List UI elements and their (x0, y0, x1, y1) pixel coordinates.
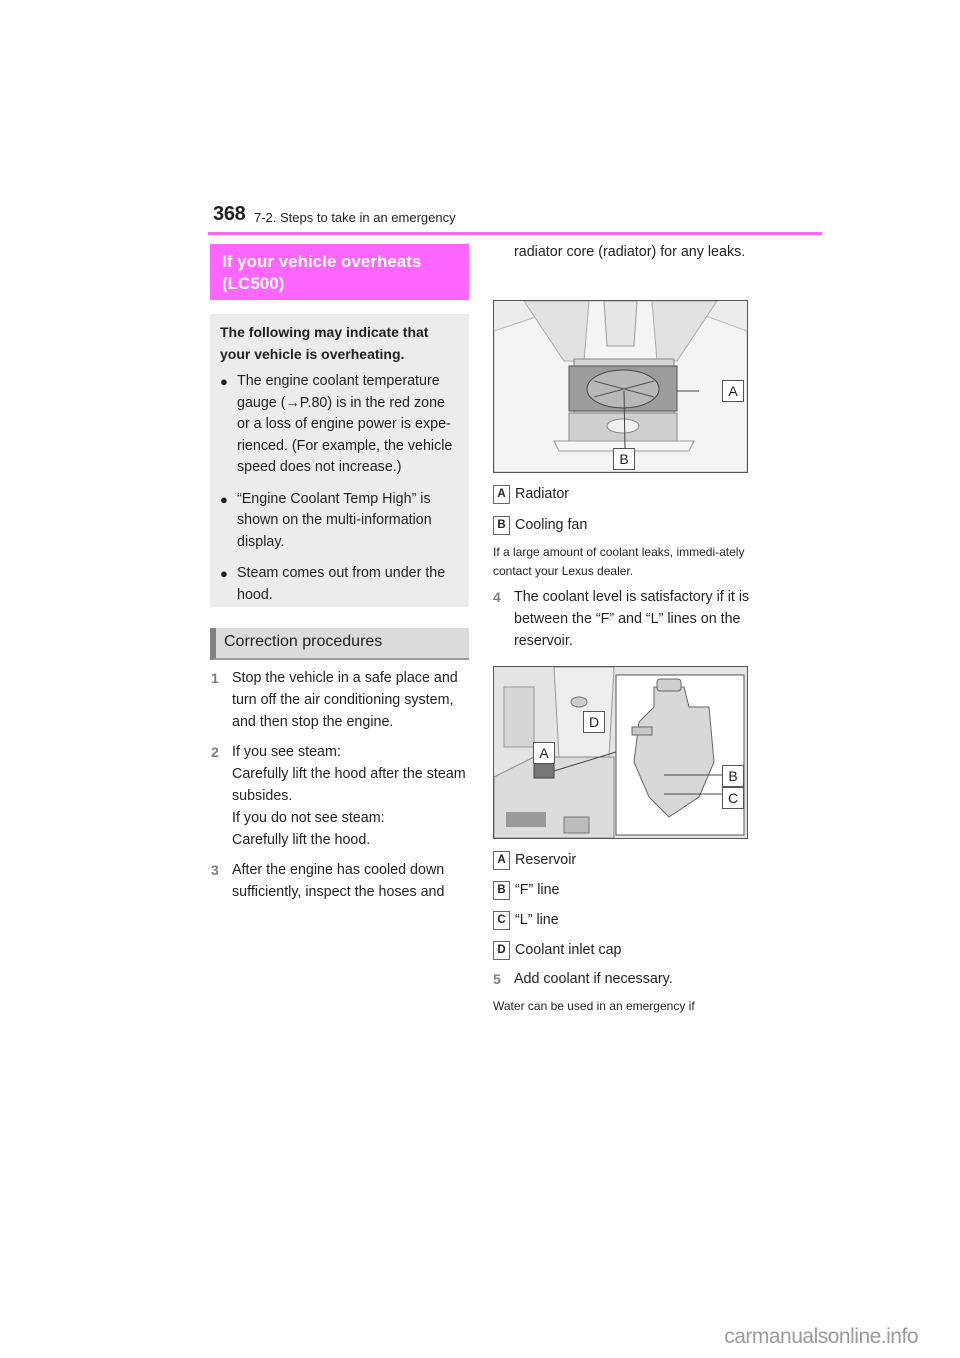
procedure-step-3: 3 After the engine has cooled down suffi… (211, 860, 473, 904)
legend-item-c: C “L” line (493, 910, 622, 930)
section-heading-line2: (LC500) (222, 274, 285, 293)
step-text: The coolant level is satisfactory if it … (514, 589, 750, 649)
step-3-continuation: radiator core (radiator) for any leaks. (514, 244, 746, 260)
legend-key: C (493, 910, 510, 930)
procedure-step-1: 1 Stop the vehicle in a safe place and t… (211, 668, 473, 733)
procedure-step-5: 5 Add coolant if necessary. (493, 969, 755, 991)
symptoms-box: The following may indicate that your veh… (210, 314, 469, 607)
section-title: 7-2. Steps to take in an emergency (254, 210, 456, 225)
legend-key: B (493, 515, 510, 535)
step-text: Add coolant if necessary. (514, 971, 673, 987)
step-text: If you see steam: Carefully lift the hoo… (232, 742, 473, 851)
legend-item-a: A Reservoir (493, 850, 622, 870)
symptom-item: ● Steam comes out from under the hood. (220, 563, 459, 606)
symptom-text: “Engine Coolant Temp High” is shown on t… (237, 490, 432, 550)
legend-label: Reservoir (515, 852, 577, 868)
header-divider (208, 232, 822, 235)
callout-b: B (613, 448, 635, 470)
legend-key: A (493, 484, 510, 504)
callout-b: B (722, 765, 744, 787)
section-heading-line1: If your vehicle overheats (222, 252, 422, 271)
symptoms-intro: The following may indicate that your veh… (220, 324, 429, 362)
step-number: 3 (211, 862, 219, 879)
step-line: Carefully lift the hood. (232, 831, 371, 848)
procedure-steps: 1 Stop the vehicle in a safe place and t… (211, 668, 473, 913)
symptom-item: ● The engine coolant temperature gauge (… (220, 371, 459, 479)
step-number: 4 (493, 589, 501, 605)
legend-item-b: B Cooling fan (493, 515, 587, 535)
leak-note: If a large amount of coolant leaks, imme… (493, 545, 745, 578)
legend-key: B (493, 880, 510, 900)
bullet-dot-icon: ● (220, 566, 228, 581)
step-line: If you see steam: (232, 744, 341, 761)
step-line: Carefully lift the hood after the steam … (232, 766, 466, 804)
legend-item-a: A Radiator (493, 484, 587, 504)
legend-label: “L” line (515, 912, 559, 928)
watermark[interactable]: carmanualsonline.info (724, 1325, 918, 1349)
callout-d: D (583, 711, 605, 733)
engine-bay-illustration (494, 301, 747, 472)
legend-label: Cooling fan (515, 517, 588, 533)
water-note: Water can be used in an emergency if (493, 999, 695, 1013)
legend-item-d: D Coolant inlet cap (493, 940, 622, 960)
reservoir-illustration (494, 667, 747, 838)
page-number: 368 (213, 203, 246, 225)
bullet-dot-icon: ● (220, 374, 228, 389)
legend-key: A (493, 850, 510, 870)
radiator-figure: A B (493, 300, 748, 473)
step-number: 1 (211, 670, 219, 686)
step-line: If you do not see steam: (232, 809, 385, 826)
callout-c: C (722, 787, 744, 809)
legend-label: Coolant inlet cap (515, 942, 622, 958)
legend-item-b: B “F” line (493, 880, 622, 900)
legend-label: “F” line (515, 882, 560, 898)
step-number: 5 (493, 971, 501, 987)
symptom-text: The engine coolant temperature gauge (→P… (237, 373, 453, 475)
step-text: After the engine has cooled down suffici… (232, 862, 445, 901)
callout-a: A (722, 380, 744, 402)
legend-2: A Reservoir B “F” line C “L” line D Cool… (493, 850, 622, 960)
legend-key: D (493, 940, 510, 960)
legend-label: Radiator (515, 486, 570, 502)
callout-a: A (533, 742, 555, 764)
legend-1: A Radiator B Cooling fan (493, 484, 587, 535)
procedure-step-2: 2 If you see steam: Carefully lift the h… (211, 742, 473, 851)
bullet-dot-icon: ● (220, 491, 228, 507)
correction-procedures-heading: Correction procedures (210, 628, 469, 660)
procedure-step-4: 4 The coolant level is satisfactory if i… (493, 587, 755, 652)
reservoir-figure: D A B C (493, 666, 748, 839)
step-text: Stop the vehicle in a safe place and tur… (232, 670, 458, 730)
symptom-item: ● “Engine Coolant Temp High” is shown on… (220, 489, 459, 554)
section-heading: If your vehicle overheats (LC500) (210, 244, 469, 300)
symptom-text: Steam comes out from under the hood. (237, 565, 446, 603)
step-number: 2 (211, 744, 219, 761)
